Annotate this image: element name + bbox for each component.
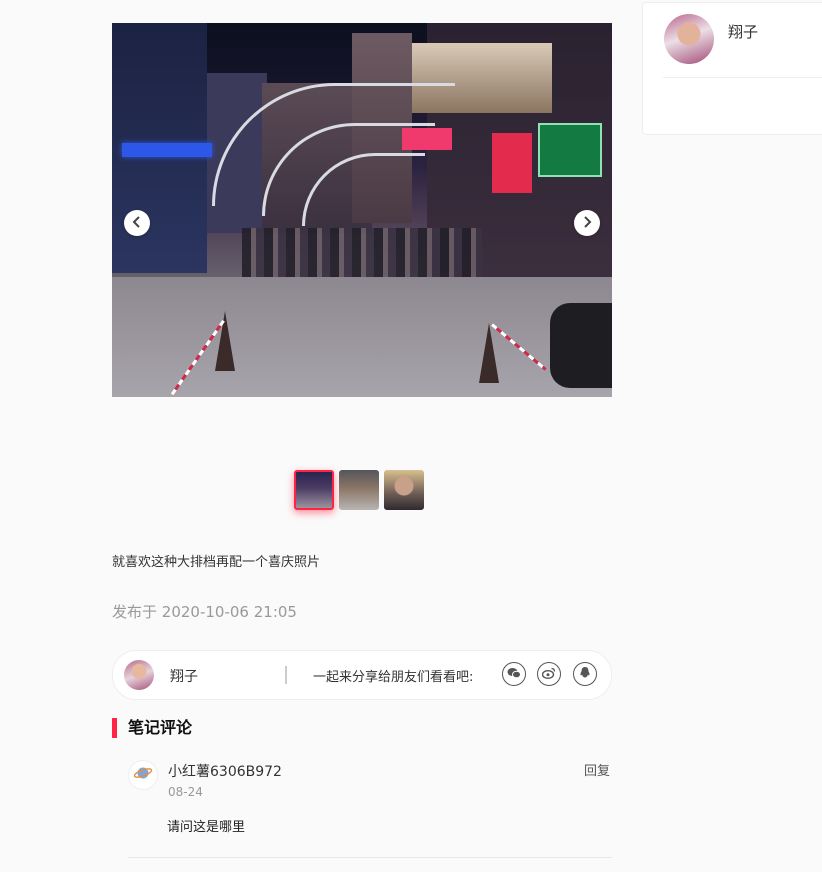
weibo-icon <box>541 667 556 682</box>
author-card-divider <box>663 77 822 78</box>
share-bar: 翔子 一起来分享给朋友们看看吧: <box>112 650 612 700</box>
thumbnail-strip <box>294 470 424 510</box>
publish-time: 2020-10-06 21:05 <box>161 603 297 621</box>
author-card: 翔子 <box>642 2 822 135</box>
share-qq-button[interactable] <box>573 662 597 686</box>
image-carousel <box>112 23 612 397</box>
share-prompt: 一起来分享给朋友们看看吧: <box>313 670 474 685</box>
publish-info: 发布于 2020-10-06 21:05 <box>112 601 297 622</box>
comments-section-title: 笔记评论 <box>112 718 192 738</box>
planet-icon <box>133 763 153 787</box>
commenter-name[interactable]: 小红薯6306B972 <box>168 761 282 781</box>
author-name[interactable]: 翔子 <box>170 666 198 686</box>
share-divider <box>285 666 287 684</box>
commenter-avatar[interactable] <box>128 760 158 790</box>
reply-button[interactable]: 回复 <box>584 760 610 779</box>
publish-label: 发布于 <box>112 603 158 621</box>
author-card-name[interactable]: 翔子 <box>728 21 758 42</box>
post-description: 就喜欢这种大排档再配一个喜庆照片 <box>112 555 321 570</box>
comment-date: 08-24 <box>168 785 203 799</box>
share-weibo-button[interactable] <box>537 662 561 686</box>
comment-divider <box>128 857 612 858</box>
author-card-avatar[interactable] <box>664 14 714 64</box>
chevron-right-icon <box>581 215 593 231</box>
wechat-icon <box>507 667 521 682</box>
thumbnail-3[interactable] <box>384 470 424 510</box>
author-avatar[interactable] <box>124 660 154 690</box>
thumbnail-2[interactable] <box>339 470 379 510</box>
comment-text: 请问这是哪里 <box>167 820 246 835</box>
carousel-prev-button[interactable] <box>124 210 150 236</box>
share-wechat-button[interactable] <box>502 662 526 686</box>
qq-icon <box>579 666 591 682</box>
chevron-left-icon <box>131 215 143 231</box>
carousel-next-button[interactable] <box>574 210 600 236</box>
thumbnail-1[interactable] <box>294 470 334 510</box>
note-page: 就喜欢这种大排档再配一个喜庆照片 发布于 2020-10-06 21:05 翔子… <box>0 0 822 872</box>
night-market-photo <box>112 23 612 397</box>
